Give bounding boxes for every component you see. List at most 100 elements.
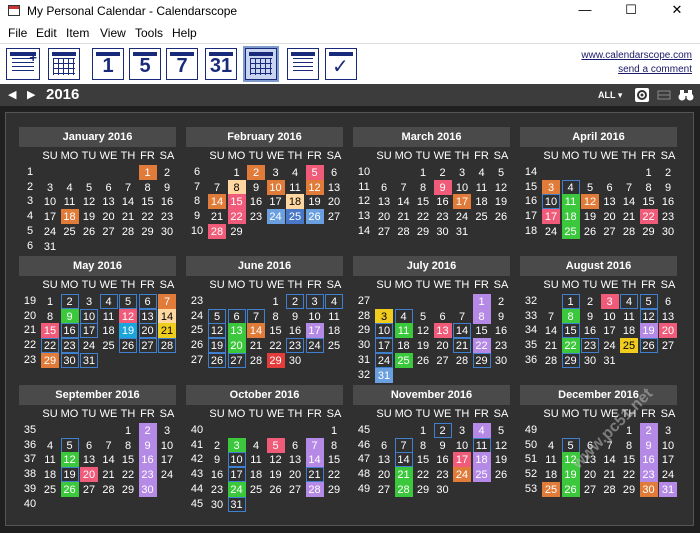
week-number[interactable]: 31	[355, 353, 373, 368]
day-cell[interactable]: 2	[60, 294, 79, 309]
day-cell[interactable]: 15	[267, 323, 285, 338]
day-cell[interactable]: 7	[394, 437, 413, 453]
day-cell[interactable]: 22	[639, 209, 658, 225]
day-cell[interactable]: 21	[158, 323, 176, 339]
day-cell[interactable]: 26	[208, 352, 226, 368]
day-cell[interactable]: 2	[433, 423, 452, 438]
day-cell[interactable]: 26	[119, 338, 137, 354]
week-number[interactable]: 49	[355, 482, 373, 497]
day-cell[interactable]: 7	[208, 180, 226, 195]
day-cell[interactable]: 24	[453, 209, 471, 224]
day-cell[interactable]: 15	[119, 452, 137, 467]
day-cell[interactable]: 7	[119, 180, 137, 195]
day-cell[interactable]: 20	[227, 338, 246, 354]
day-cell[interactable]: 15	[139, 194, 157, 209]
day-cell[interactable]: 7	[620, 180, 638, 195]
day-cell[interactable]: 29	[228, 224, 246, 239]
day-cell[interactable]: 17	[542, 209, 560, 225]
day-cell[interactable]: 13	[433, 323, 452, 339]
day-cell[interactable]: 15	[414, 452, 432, 467]
day-cell[interactable]: 18	[561, 209, 580, 225]
month-header[interactable]: March 2016	[353, 127, 510, 147]
day-cell[interactable]: 21	[395, 209, 413, 224]
day-cell[interactable]: 1	[414, 165, 432, 180]
day-cell[interactable]: 11	[394, 323, 413, 339]
day-cell[interactable]: 19	[581, 209, 599, 224]
day-cell[interactable]: 30	[434, 224, 452, 239]
week-number[interactable]: 32	[355, 368, 373, 383]
day-cell[interactable]: 30	[158, 224, 176, 239]
day-cell[interactable]: 2	[208, 438, 226, 453]
day-cell[interactable]: 9	[247, 180, 265, 195]
day-cell[interactable]: 4	[472, 423, 491, 438]
day-cell[interactable]: 18	[286, 194, 304, 210]
day-cell[interactable]: 23	[434, 467, 452, 482]
day-cell[interactable]: 29	[325, 482, 343, 497]
day-cell[interactable]: 10	[659, 438, 677, 453]
week-number[interactable]: 14	[522, 165, 540, 180]
day-cell[interactable]: 20	[286, 467, 304, 482]
day-cell[interactable]: 8	[414, 180, 432, 195]
day-cell[interactable]: 25	[561, 223, 580, 239]
day-cell[interactable]: 2	[492, 294, 510, 309]
day-cell[interactable]: 14	[119, 194, 137, 209]
day-cell[interactable]: 19	[208, 338, 226, 354]
week-number[interactable]: 42	[188, 452, 206, 467]
gear-icon[interactable]	[635, 88, 649, 102]
menu-file[interactable]: File	[8, 26, 27, 40]
day-cell[interactable]: 16	[60, 323, 79, 339]
day-cell[interactable]: 27	[286, 482, 304, 497]
day-cell[interactable]: 4	[394, 308, 413, 324]
week-number[interactable]: 39	[21, 482, 39, 497]
month-header[interactable]: January 2016	[19, 127, 176, 147]
day-cell[interactable]: 3	[267, 165, 285, 180]
day-cell[interactable]: 21	[394, 467, 413, 483]
day-cell[interactable]: 17	[375, 338, 393, 354]
day-cell[interactable]: 19	[80, 209, 98, 224]
day-cell[interactable]: 26	[305, 209, 324, 225]
day-cell[interactable]: 12	[414, 323, 432, 338]
day-cell[interactable]: 24	[305, 338, 324, 354]
day-cell[interactable]: 25	[247, 482, 265, 497]
day-cell[interactable]: 9	[433, 179, 452, 195]
day-cell[interactable]: 16	[158, 194, 176, 209]
day-cell[interactable]: 6	[80, 438, 98, 453]
week-number[interactable]: 45	[355, 423, 373, 438]
week-number[interactable]: 41	[188, 438, 206, 453]
day-cell[interactable]: 1	[561, 294, 580, 309]
day-cell[interactable]: 28	[247, 353, 265, 368]
day-cell[interactable]: 20	[80, 467, 98, 483]
day-cell[interactable]: 24	[375, 352, 393, 368]
day-cell[interactable]: 3	[227, 437, 246, 453]
week-number[interactable]: 2	[21, 180, 39, 195]
week-number[interactable]: 18	[522, 224, 540, 239]
day-cell[interactable]: 21	[542, 338, 560, 353]
day-cell[interactable]: 11	[620, 309, 638, 324]
week-number[interactable]: 22	[21, 338, 39, 353]
day-cell[interactable]: 27	[138, 338, 157, 354]
day-cell[interactable]: 14	[247, 323, 265, 339]
day-cell[interactable]: 9	[492, 309, 510, 324]
day-cell[interactable]: 22	[414, 209, 432, 224]
day-cell[interactable]: 12	[639, 308, 658, 324]
day-cell[interactable]: 19	[492, 452, 510, 467]
day-cell[interactable]: 21	[208, 209, 226, 224]
week-number[interactable]: 8	[188, 194, 206, 209]
day-cell[interactable]: 24	[659, 467, 677, 482]
day-cell[interactable]: 6	[659, 294, 677, 309]
category-filter-dropdown[interactable]: ALL ▾	[598, 90, 622, 101]
day-cell[interactable]: 28	[158, 338, 176, 354]
day-cell[interactable]: 17	[227, 467, 246, 483]
day-cell[interactable]: 28	[119, 224, 137, 239]
day-cell[interactable]: 9	[158, 180, 176, 195]
day-cell[interactable]: 26	[414, 353, 432, 368]
day-cell[interactable]: 1	[640, 165, 658, 180]
day-cell[interactable]: 30	[492, 353, 510, 368]
day-cell[interactable]: 10	[375, 323, 393, 339]
day-cell[interactable]: 22	[119, 467, 137, 482]
day-cell[interactable]: 25	[394, 352, 413, 368]
day-cell[interactable]: 25	[325, 338, 343, 353]
week-number[interactable]: 25	[188, 323, 206, 338]
day-cell[interactable]: 11	[61, 194, 79, 209]
day-cell[interactable]: 3	[305, 294, 324, 309]
